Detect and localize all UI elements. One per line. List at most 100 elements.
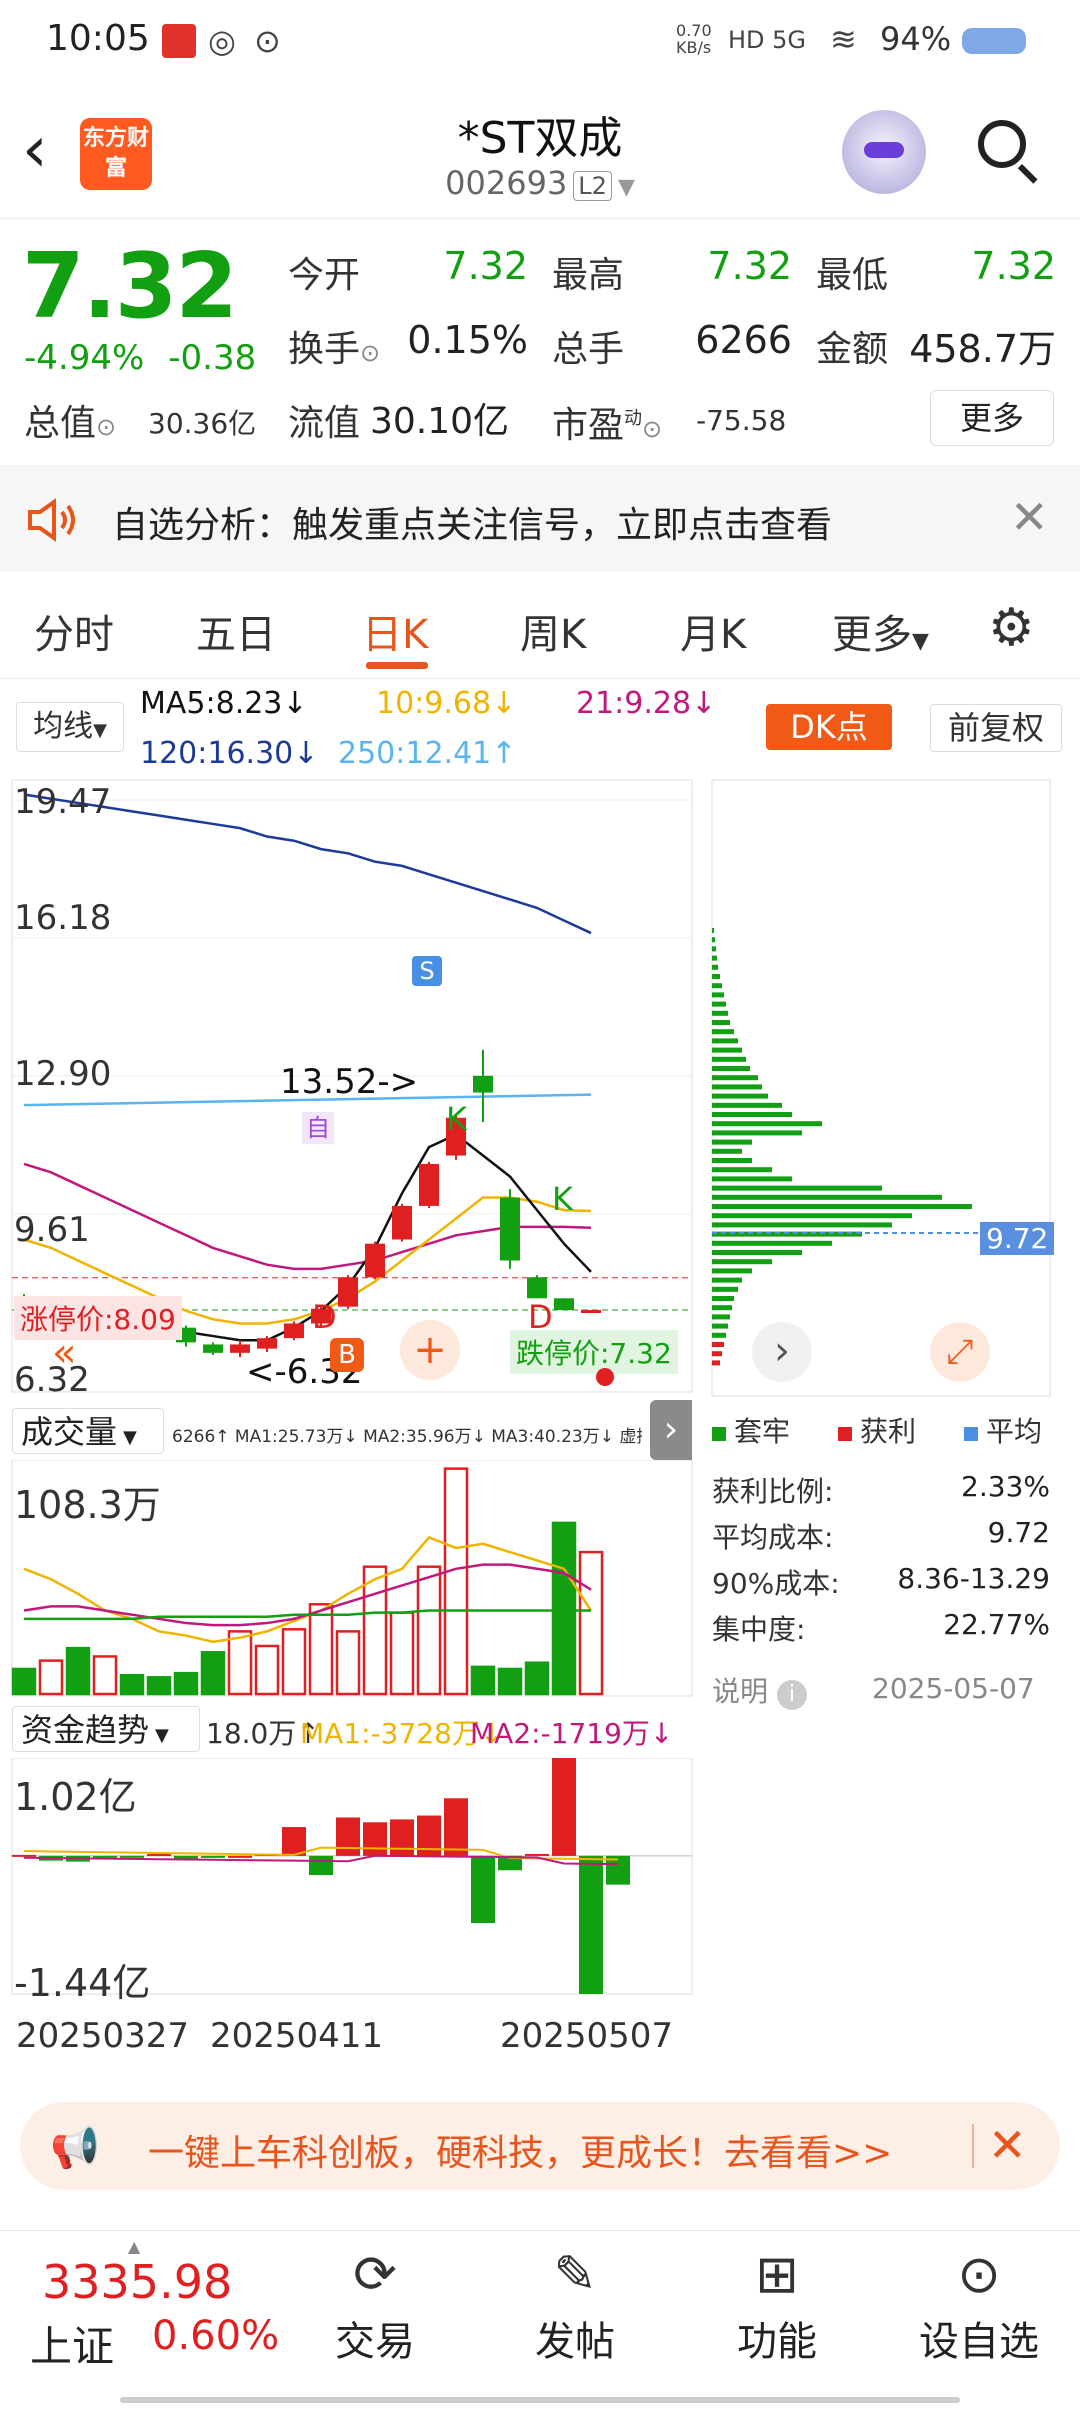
ma21-value: 21:9.28↓ (576, 686, 717, 721)
cost-bar (712, 1360, 720, 1366)
cost-bar (712, 983, 722, 989)
volume-bar (146, 1676, 172, 1696)
quote-more-button[interactable]: 更多 (930, 390, 1054, 446)
amount-value: 458.7万 (909, 327, 1056, 371)
fund-bar (579, 1855, 603, 1994)
kline-y-label: 19.47 (14, 782, 112, 822)
battery-percent: 94% (880, 20, 952, 58)
index-name[interactable]: 上证 (30, 2313, 114, 2374)
kline-y-label: 12.90 (14, 1054, 112, 1094)
notice-bar[interactable]: 自选分析：触发重点关注信号，立即点击查看 ✕ (0, 468, 1080, 572)
chevron-right-icon[interactable]: › (752, 1322, 812, 1382)
crosshair-icon[interactable]: + (400, 1320, 460, 1380)
cost-bar (712, 1259, 772, 1265)
tab-five-day[interactable]: 五日 (196, 602, 276, 660)
expand-icon[interactable]: ⤢ (930, 1322, 990, 1382)
quote-panel: 7.32 -4.94% -0.38 今开 7.32 最高 7.32 最低 7.32… (0, 220, 1080, 467)
cost-bar (712, 1093, 768, 1099)
pe-label: 市盈动⊙ (552, 405, 663, 446)
concentration-label: 集中度: (712, 1613, 806, 1646)
cost-bar (712, 1038, 738, 1044)
wechat-icon: ◎ (208, 22, 236, 60)
function-button[interactable]: ⊞ 功能 (702, 2245, 852, 2367)
cost-bar (712, 1268, 752, 1274)
volume-bar (200, 1651, 226, 1696)
cost-bar (712, 1139, 752, 1145)
tab-intraday[interactable]: 分时 (34, 602, 114, 660)
search-icon[interactable] (978, 120, 1026, 168)
volume-bar (470, 1665, 496, 1696)
ma120-value: 120:16.30↓ (140, 736, 319, 771)
level-badge: L2 (573, 171, 612, 201)
volume-bar (281, 1628, 307, 1696)
scroll-left-icon[interactable]: « (52, 1330, 76, 1376)
edit-icon: ✎ (553, 2245, 597, 2305)
cost-bar (712, 1240, 832, 1246)
gesture-bar (120, 2397, 960, 2403)
legend-average: 平均 (964, 1410, 1042, 1450)
fund-bar (471, 1855, 495, 1924)
avg-cost-label: 平均成本: (712, 1521, 834, 1554)
volume-bar (335, 1630, 361, 1696)
cost-bar (712, 1001, 726, 1007)
index-value[interactable]: 3335.98 (42, 2255, 232, 2309)
cost-bar (712, 1020, 730, 1025)
tab-daily-k[interactable]: 日K (362, 602, 428, 660)
cost-help[interactable]: 说明 i (712, 1670, 807, 1710)
fund-indicator-select[interactable]: 资金趋势 ▼ (12, 1706, 200, 1752)
status-time: 10:05 (46, 18, 150, 59)
promo-banner[interactable]: 📢 一键上车科创板，硬科技，更成长！去看看>> ✕ (20, 2102, 1060, 2190)
back-icon[interactable]: ‹ (22, 118, 82, 188)
assistant-avatar[interactable] (842, 110, 926, 194)
gear-icon[interactable]: ⚙ (988, 598, 1035, 658)
tab-monthly-k[interactable]: 月K (680, 602, 746, 660)
cost-bar (712, 1250, 802, 1255)
legend-trapped: 套牢 (712, 1410, 790, 1450)
stock-code: 002693 (445, 164, 568, 202)
dk-point-button[interactable]: DK点 (766, 704, 892, 750)
trade-button[interactable]: ⟳ 交易 (300, 2245, 450, 2367)
profit-ratio-label: 获利比例: (712, 1475, 834, 1508)
cost-bar (712, 1351, 722, 1357)
tab-weekly-k[interactable]: 周K (520, 602, 586, 660)
post-button[interactable]: ✎ 发帖 (500, 2245, 650, 2367)
adjust-mode-button[interactable]: 前复权 (930, 704, 1062, 752)
cost-bar (712, 928, 714, 933)
index-percent[interactable]: 0.60% (152, 2313, 279, 2359)
stock-header: ‹ 东方财富 *ST双成 002693 L2 ▼ (0, 84, 1080, 219)
fund-bar (201, 1855, 225, 1858)
sell-signal-marker[interactable]: S (412, 956, 442, 986)
tab-more[interactable]: 更多▼ (832, 602, 929, 660)
volume-bar (551, 1521, 577, 1696)
candle-body (257, 1338, 277, 1349)
panel-toggle-chevron-icon[interactable]: › (650, 1400, 692, 1460)
cost-bar (712, 1332, 726, 1338)
buy-signal-marker[interactable]: B (330, 1338, 364, 1372)
k-marker: K (446, 1100, 467, 1138)
close-icon[interactable]: ✕ (1010, 490, 1049, 544)
expand-up-icon[interactable]: ▲ (128, 2237, 140, 2256)
cost-bar (712, 1084, 762, 1090)
stock-code-selector[interactable]: 002693 L2 ▼ (330, 164, 750, 202)
alarm-icon: ⊙ (254, 22, 281, 60)
volume-bar (362, 1565, 388, 1696)
turnover-value: 0.15% (407, 318, 528, 362)
caret-down-icon: ▼ (617, 175, 635, 200)
open-label: 今开 (288, 255, 361, 296)
volume-bar (254, 1644, 280, 1696)
kline-y-label: 16.18 (14, 898, 112, 938)
ma5-value: MA5:8.23↓ (140, 686, 308, 721)
volume-indicator-select[interactable]: 成交量 ▼ (12, 1408, 164, 1454)
close-icon[interactable]: ✕ (988, 2118, 1027, 2172)
d-marker: D (528, 1298, 553, 1336)
cost-bar (712, 1323, 728, 1329)
indicator-select[interactable]: 均线▼ (16, 702, 124, 752)
cost-distribution-chart[interactable] (710, 778, 1054, 1398)
watchlist-marker[interactable]: 自 (302, 1112, 334, 1144)
current-dot (596, 1368, 614, 1386)
volume-bar (443, 1467, 469, 1696)
candle-body (392, 1205, 412, 1240)
app-logo[interactable]: 东方财富 (80, 118, 152, 190)
add-watchlist-button[interactable]: ⊙ 设自选 (904, 2245, 1054, 2367)
volume-bar (497, 1667, 523, 1696)
